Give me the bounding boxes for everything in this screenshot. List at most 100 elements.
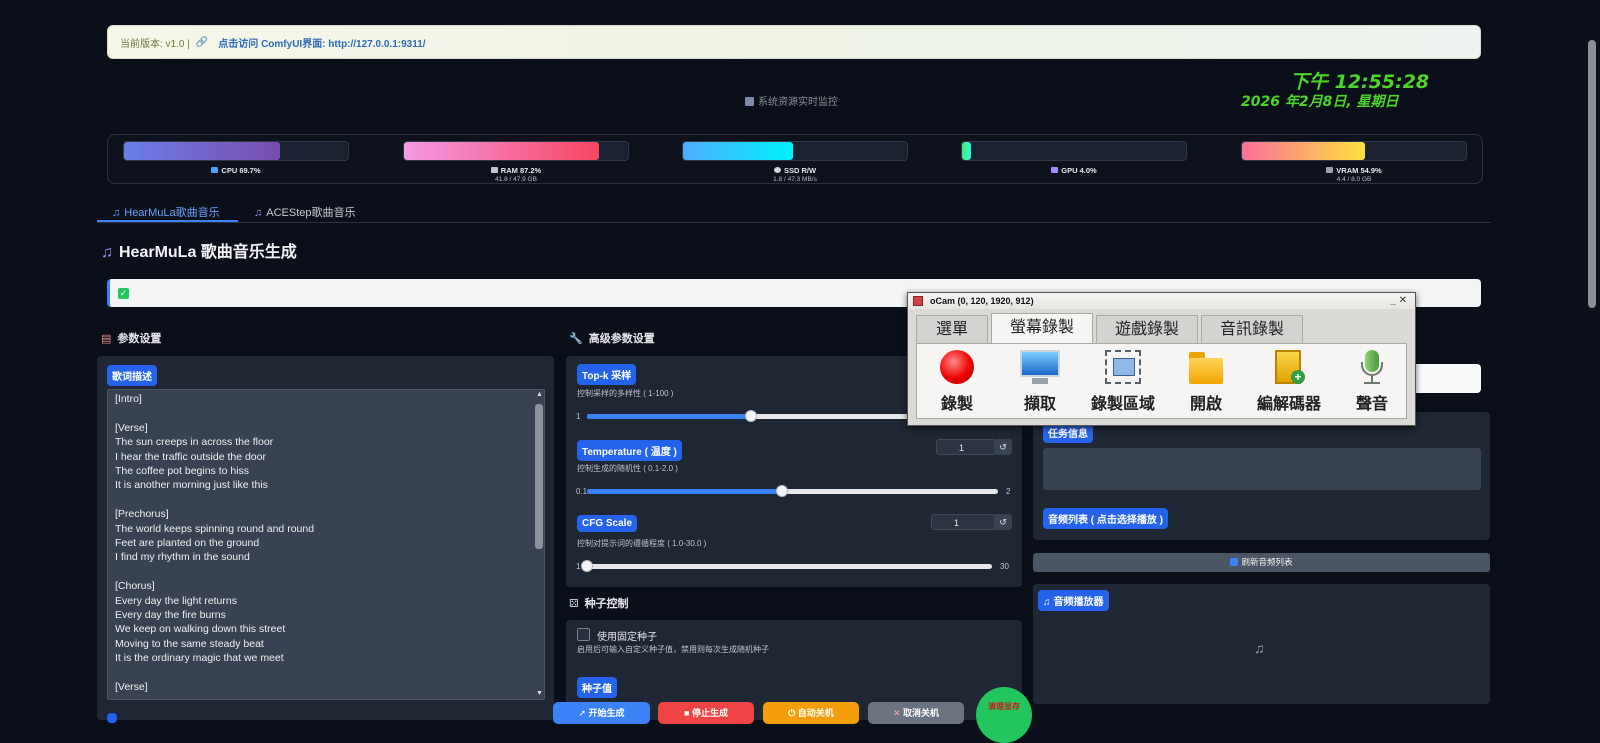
topk-label: Top-k 采样 xyxy=(577,364,637,385)
scroll-down-arrow[interactable]: ▼ xyxy=(536,690,543,697)
temperature-slider-handle[interactable] xyxy=(775,485,788,497)
cpu-meter: CPU 69.7% xyxy=(123,141,349,175)
start-generate-button[interactable]: ➚ 开始生成 xyxy=(553,702,650,724)
active-tab-indicator xyxy=(97,220,238,222)
lyrics-scroll-thumb[interactable] xyxy=(535,404,543,549)
gpu-meter: GPU 4.0% xyxy=(961,141,1187,175)
ocam-capture-button[interactable]: 擷取 xyxy=(1000,348,1080,414)
seed-heading: ⚄ 种子控制 xyxy=(569,598,629,610)
ocam-title: oCam (0, 120, 1920, 912) xyxy=(930,296,1034,306)
cfg-desc: 控制对提示词的遵循程度 ( 1.0-30.0 ) xyxy=(577,539,707,548)
ssd-meter: SSD R/W 1.8 / 47.3 MB/s xyxy=(682,141,908,183)
lyrics-line: Feet are planted on the ground xyxy=(115,537,260,549)
temperature-input[interactable]: 1 xyxy=(936,439,996,455)
cfg-min: 1 xyxy=(576,562,581,571)
cfg-reset-button[interactable]: ↺ xyxy=(994,514,1012,530)
folder-icon xyxy=(1186,348,1226,386)
refresh-audio-list-button[interactable]: 刷新音频列表 xyxy=(1033,553,1490,572)
version-text: 当前版本: v1.0 | xyxy=(120,38,190,50)
ocam-window[interactable]: oCam (0, 120, 1920, 912) _ ✕ 選單 螢幕錄製 遊戲錄… xyxy=(907,292,1416,426)
dice-icon: ⚄ xyxy=(569,598,579,610)
lyrics-line: Every day the fire burns xyxy=(115,609,226,621)
task-info-box xyxy=(1043,448,1481,490)
tab-hearmula[interactable]: ♫ HearMuLa歌曲音乐 xyxy=(112,204,220,220)
topk-min: 1 xyxy=(576,412,581,421)
version-bar: 当前版本: v1.0 | 🔗 点击访问 ComfyUI界面: http://12… xyxy=(107,25,1481,59)
cpu-icon xyxy=(211,167,219,173)
topk-desc: 控制采样的多样性 ( 1-100 ) xyxy=(577,389,674,398)
page-scrollbar-thumb[interactable] xyxy=(1588,40,1596,308)
temperature-max: 2 xyxy=(1006,487,1011,496)
ocam-toolbar: 錄製 擷取 錄製區域 開啟 + 編解碼器 聲音 xyxy=(916,343,1407,419)
lyrics-line: [Prechorus] xyxy=(115,508,169,521)
music-placeholder-icon: ♫ xyxy=(1254,640,1265,656)
lyrics-line: The coffee pot begins to hiss xyxy=(115,465,250,477)
audio-list-label: 音频列表 ( 点击选择播放 ) xyxy=(1043,508,1168,529)
ocam-tab-menu[interactable]: 選單 xyxy=(916,315,988,343)
temperature-min: 0.1 xyxy=(576,487,588,496)
ocam-titlebar[interactable]: oCam (0, 120, 1920, 912) _ ✕ xyxy=(908,293,1415,309)
clear-vram-button[interactable]: 清理显存 xyxy=(976,687,1032,743)
close-icon: ✕ xyxy=(892,708,904,718)
comfyui-link[interactable]: 点击访问 ComfyUI界面: http://127.0.0.1:9311/ xyxy=(218,35,425,50)
refresh-icon xyxy=(1230,558,1239,566)
temperature-reset-button[interactable]: ↺ xyxy=(994,439,1012,455)
lyrics-line: The sun creeps in across the floor xyxy=(115,436,274,449)
scroll-up-arrow[interactable]: ▲ xyxy=(536,391,543,398)
fixed-seed-desc: 启用后可输入自定义种子值，禁用则每次生成随机种子 xyxy=(577,645,769,654)
resize-area-icon xyxy=(1103,348,1143,386)
ocam-window-controls[interactable]: _ ✕ xyxy=(1390,293,1407,309)
document-icon: ▤ xyxy=(101,333,112,345)
stop-icon: ■ xyxy=(684,708,692,718)
lyrics-line: The world keeps spinning round and round xyxy=(115,522,315,535)
cfg-input[interactable]: 1 xyxy=(931,514,996,530)
lyrics-line: Every day the light returns xyxy=(115,594,237,607)
gamepad-icon xyxy=(1051,167,1059,173)
auto-shutdown-button[interactable]: ⏻ 自动关机 xyxy=(763,702,859,724)
lyrics-textarea[interactable]: [Intro] [Verse] The sun creeps in across t… xyxy=(107,389,545,700)
temperature-label: Temperature ( 温度 ) xyxy=(577,440,682,461)
ocam-sound-button[interactable]: 聲音 xyxy=(1332,348,1412,414)
ocam-tab-screen-record[interactable]: 螢幕錄製 xyxy=(991,313,1093,345)
lyrics-line: I find my rhythm in the sound xyxy=(115,551,250,564)
cfg-slider[interactable] xyxy=(587,564,992,569)
cancel-shutdown-button[interactable]: ✕ 取消关机 xyxy=(868,702,964,724)
lyrics-line: It is the ordinary magic that we meet xyxy=(115,652,284,665)
ocam-codec-button[interactable]: + 編解碼器 xyxy=(1249,348,1329,414)
params-heading: ▤ 参数设置 xyxy=(101,333,162,345)
lyrics-line: [Verse] xyxy=(115,421,148,434)
vram-meter: VRAM 54.9% 4.4 / 8.0 GB xyxy=(1241,141,1467,183)
music-note-icon: ♫ xyxy=(254,207,263,219)
cfg-label: CFG Scale xyxy=(577,515,638,532)
tab-acestep[interactable]: ♫ ACEStep歌曲音乐 xyxy=(254,204,356,220)
record-icon xyxy=(937,348,977,386)
lyrics-line: Moving to the same steady beat xyxy=(115,637,264,650)
ocam-record-area-button[interactable]: 錄製區域 xyxy=(1083,348,1163,414)
next-field-label xyxy=(107,713,117,723)
monitor-icon xyxy=(1020,348,1060,386)
ocam-record-button[interactable]: 錄製 xyxy=(917,348,997,414)
lyrics-label: 歌词描述 xyxy=(107,365,157,386)
fixed-seed-checkbox[interactable] xyxy=(577,628,590,641)
chart-icon xyxy=(745,97,754,106)
audio-player-label: ♫ 音频播放器 xyxy=(1038,590,1109,611)
monitor-title: 系统资源实时监控 xyxy=(745,93,838,108)
cfg-slider-handle[interactable] xyxy=(581,560,593,572)
tabs-divider xyxy=(97,222,1491,223)
clock-date: 2026 年2月8日, 星期日 xyxy=(1241,94,1399,110)
lyrics-line: I hear the traffic outside the door xyxy=(115,450,266,463)
ocam-tab-game-record[interactable]: 遊戲錄製 xyxy=(1096,315,1198,343)
wrench-icon: 🔧 xyxy=(569,333,583,345)
fixed-seed-label: 使用固定种子 xyxy=(597,632,657,643)
lyrics-line: It is another morning just like this xyxy=(115,479,268,492)
disk-icon xyxy=(773,167,781,173)
ocam-tab-audio-record[interactable]: 音訊錄製 xyxy=(1201,315,1303,343)
microphone-icon xyxy=(1352,348,1392,386)
clock-time: 下午 12:55:28 xyxy=(1290,71,1430,93)
stop-generate-button[interactable]: ■ 停止生成 xyxy=(658,702,754,724)
temperature-slider[interactable] xyxy=(587,489,998,494)
ocam-open-button[interactable]: 開啟 xyxy=(1166,348,1246,414)
vram-icon xyxy=(1326,167,1334,173)
music-note-icon: ♫ xyxy=(101,244,113,261)
lyrics-line: [Verse] xyxy=(115,681,148,693)
